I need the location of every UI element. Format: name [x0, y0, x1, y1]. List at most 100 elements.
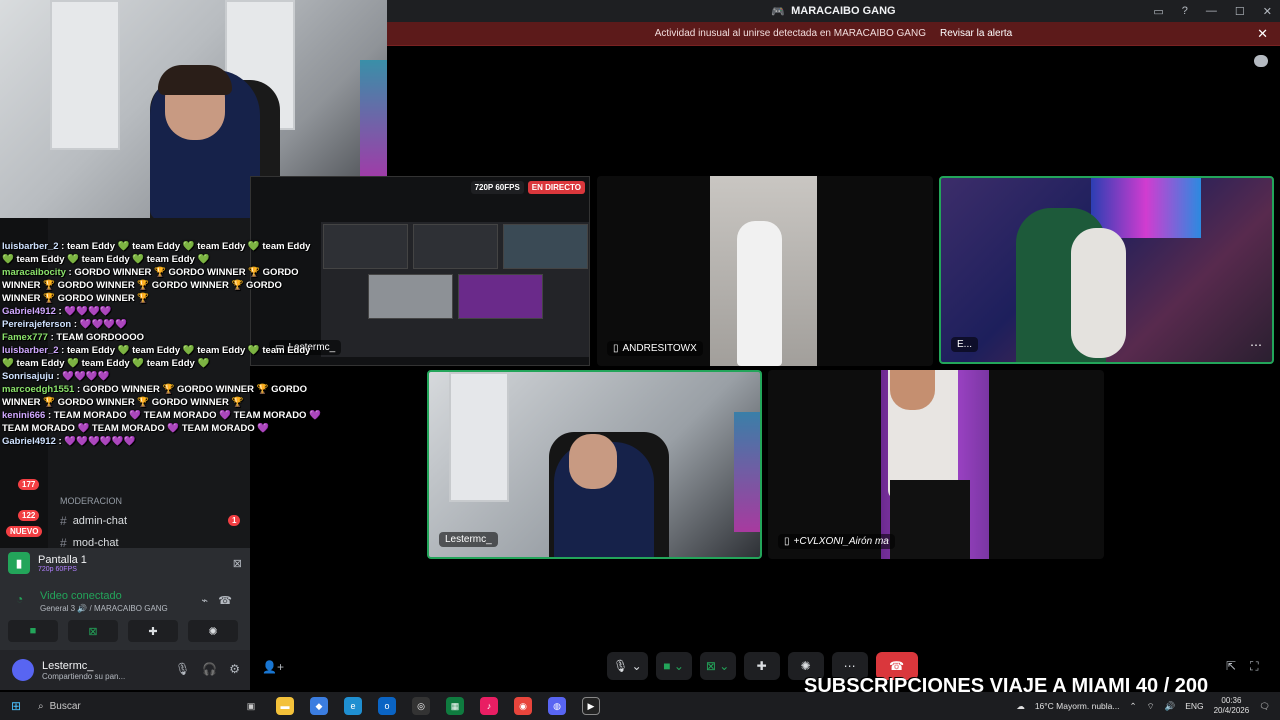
shared-screen-content: [321, 222, 589, 357]
clock-time: 00:36: [1221, 696, 1242, 705]
video-tile-cvlxoni[interactable]: ▯ +CVLXONI_Airón ma: [768, 370, 1104, 559]
noise-suppression-icon[interactable]: ⌁: [201, 594, 208, 607]
notification-icon[interactable]: 🗨: [1259, 701, 1270, 712]
alert-link[interactable]: Revisar la alerta: [940, 28, 1012, 39]
moderation-label: MODERACION: [60, 496, 123, 506]
webcam-door: [50, 0, 120, 150]
share-screen-button[interactable]: ⊠ ⌄: [699, 652, 736, 680]
disconnect-icon[interactable]: ☎: [218, 594, 232, 607]
tile-face: [890, 370, 935, 410]
file-explorer-icon[interactable]: ▬: [276, 697, 294, 715]
taskbar-apps: ▣ ▬ ◆ e o ◎ ▦ ♪ ◉ ◍ ▶: [242, 697, 600, 715]
screen-share-quality: 720p 60FPS: [38, 565, 77, 573]
screen-share-button[interactable]: ⊠: [68, 620, 118, 642]
app-icon[interactable]: ◎: [412, 697, 430, 715]
weather-text[interactable]: 16°C Mayorm. nubla...: [1035, 701, 1120, 711]
chat-message: Sonrisajuju : 💜💜💜💜: [2, 370, 322, 383]
language-indicator[interactable]: ENG: [1185, 701, 1203, 711]
store-icon[interactable]: ▦: [446, 697, 464, 715]
minimize-button[interactable]: —: [1206, 5, 1217, 17]
video-tile-e[interactable]: E... ⋯: [939, 176, 1274, 364]
copilot-icon[interactable]: ◆: [310, 697, 328, 715]
popout-icon[interactable]: ⇱: [1226, 659, 1236, 674]
chat-message: Gabriel4912 : 💜💜💜💜💜💜: [2, 435, 322, 448]
task-view-icon[interactable]: ▣: [242, 697, 260, 715]
voice-status[interactable]: Video conectado: [40, 590, 122, 602]
add-person-icon[interactable]: 👤+: [262, 660, 284, 674]
fullscreen-icon[interactable]: ⛶: [1250, 659, 1258, 674]
camera-toggle-button[interactable]: ■ ⌄: [655, 652, 692, 680]
media-player-icon[interactable]: ▶: [582, 697, 600, 715]
headphones-icon[interactable]: 🎧: [202, 662, 217, 676]
outlook-icon[interactable]: o: [378, 697, 396, 715]
tile-username: Lestermc_: [445, 534, 492, 545]
taskbar: ⊞ ⌕ Buscar ▣ ▬ ◆ e o ◎ ▦ ♪ ◉ ◍ ▶ ☁ 16°C …: [0, 692, 1280, 720]
taskbar-search[interactable]: ⌕ Buscar: [32, 695, 222, 717]
activities-button[interactable]: ✚: [128, 620, 178, 642]
unread-badge-122: 122: [18, 510, 40, 521]
windows-start-icon[interactable]: ⊞: [0, 699, 32, 713]
discord-taskbar-icon[interactable]: ◍: [548, 697, 566, 715]
chat-message: Pereirajeferson : 💜💜💜💜: [2, 318, 322, 331]
gear-icon[interactable]: ⚙: [229, 662, 240, 676]
video-tile-lestermc[interactable]: Lestermc_: [427, 370, 762, 559]
view-controls: ⇱ ⛶: [1226, 659, 1258, 674]
close-alert-icon[interactable]: ✕: [1257, 26, 1268, 42]
tile-monitor: [734, 412, 760, 532]
user-info[interactable]: Lestermc_ Compartiendo su pan...: [42, 660, 125, 681]
soundboard-button[interactable]: ✺: [188, 620, 238, 642]
user-controls: 🎙 🎧 ⚙: [175, 662, 240, 676]
clock-date: 20/4/2026: [1213, 706, 1250, 715]
title-bar: 🎮 MARACAIBO GANG ▭ ? — ☐ ✕: [387, 0, 1280, 22]
close-button[interactable]: ✕: [1263, 5, 1272, 18]
chat-message: luisbarber_2 : team Eddy 💚 team Eddy 💚 t…: [2, 344, 322, 370]
user-panel: Lestermc_ Compartiendo su pan... 🎙 🎧 ⚙: [0, 650, 250, 690]
chat-message: Famex777 : TEAM GORDOOOO: [2, 331, 322, 344]
inbox-icon[interactable]: ▭: [1153, 5, 1163, 18]
volume-icon[interactable]: 🔊: [1165, 701, 1176, 712]
weather-icon: ☁: [1016, 700, 1025, 711]
moderation-category[interactable]: MODERACION: [60, 496, 122, 506]
help-icon[interactable]: ?: [1182, 5, 1188, 17]
chat-message: marcoedgh1551 : GORDO WINNER 🏆 GORDO WIN…: [2, 383, 322, 409]
maximize-button[interactable]: ☐: [1235, 5, 1245, 18]
network-icon[interactable]: ⌔: [1147, 701, 1155, 712]
mini-tile: [413, 224, 498, 269]
camera-button[interactable]: ■: [8, 620, 58, 642]
chat-text: : TEAM MORADO 💜 TEAM MORADO 💜 TEAM MORAD…: [2, 410, 321, 434]
activities-button[interactable]: ✚: [743, 652, 780, 680]
stop-share-icon[interactable]: ⊠: [233, 557, 242, 570]
channel-admin-chat[interactable]: # admin-chat: [60, 514, 127, 528]
video-tile-andresitowx[interactable]: ▯ ANDRESITOWX: [597, 176, 933, 366]
more-options-icon[interactable]: ⋯: [1250, 338, 1262, 352]
screen-share-panel: ▮ Pantalla 1 720p 60FPS ⊠: [8, 548, 242, 578]
microphone-button[interactable]: 🎙 ⌄: [607, 652, 648, 680]
mini-tile: [458, 274, 543, 319]
tiktok-icon[interactable]: ♪: [480, 697, 498, 715]
chat-username: Gabriel4912: [2, 436, 56, 447]
chat-username: Pereirajeferson: [2, 319, 72, 330]
clock[interactable]: 00:36 20/4/2026: [1214, 696, 1250, 716]
mini-tile: [503, 224, 588, 269]
avatar[interactable]: [12, 659, 34, 681]
chat-username: kenini666: [2, 410, 46, 421]
voice-location[interactable]: General 3 🔊 / MARACAIBO GANG: [40, 604, 168, 613]
alert-text: Actividad inusual al unirse detectada en…: [654, 28, 926, 39]
live-badge: EN DIRECTO: [527, 181, 585, 194]
chat-username: marcoedgh1551: [2, 384, 75, 395]
discord-icon: 🎮: [771, 5, 786, 18]
chat-text: : TEAM GORDOOOO: [47, 332, 145, 343]
tile-legs: [890, 480, 970, 559]
chat-message: luisbarber_2 : team Eddy 💚 team Eddy 💚 t…: [2, 240, 322, 266]
tray-chevron-icon[interactable]: ⌃: [1129, 701, 1136, 712]
chat-username: Famex777: [2, 332, 48, 343]
search-label: Buscar: [49, 700, 81, 712]
resolution-badge: 720P 60FPS: [470, 181, 524, 194]
edge-icon[interactable]: e: [344, 697, 362, 715]
chat-username: luisbarber_2: [2, 345, 59, 356]
tile-face: [569, 434, 617, 489]
tile-label: E...: [951, 337, 979, 352]
chat-icon[interactable]: [1254, 55, 1268, 67]
microphone-icon[interactable]: 🎙: [175, 662, 190, 676]
chrome-icon[interactable]: ◉: [514, 697, 532, 715]
